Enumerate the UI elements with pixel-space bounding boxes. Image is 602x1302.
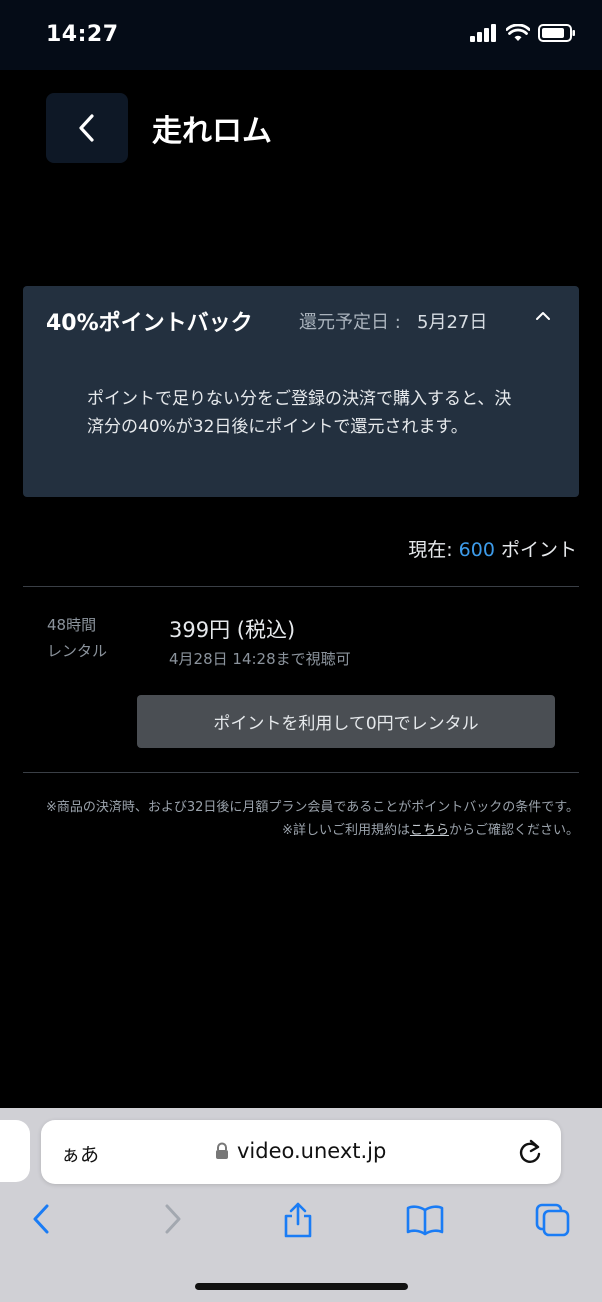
page-title: 走れロム bbox=[152, 114, 272, 149]
back-button[interactable] bbox=[46, 93, 128, 163]
lock-icon bbox=[216, 1142, 228, 1159]
pointback-date: 5月27日 bbox=[417, 312, 488, 333]
signal-icon bbox=[470, 24, 496, 42]
note-terms: ※詳しいご利用規約はこちらからご確認ください。 bbox=[39, 819, 579, 842]
rental-deadline: 4月28日 14:28まで視聴可 bbox=[169, 650, 351, 668]
rental-price: 399円 (税込) bbox=[169, 618, 296, 642]
wifi-icon bbox=[506, 24, 530, 41]
reload-icon[interactable] bbox=[517, 1138, 543, 1166]
pointback-description: ポイントで足りない分をご登録の決済で購入すると、決済分の40%が32日後にポイン… bbox=[87, 389, 512, 437]
points-value: 600 bbox=[458, 539, 495, 561]
pointback-date-label: 還元予定日 : bbox=[299, 312, 401, 333]
url-display[interactable]: video.unext.jp bbox=[215, 1139, 386, 1163]
page-settings-button[interactable]: ぁあ bbox=[61, 1140, 99, 1167]
previous-tab-peek[interactable] bbox=[0, 1120, 30, 1182]
rental-duration-hours: 48時間 bbox=[47, 616, 97, 634]
points-suffix: ポイント bbox=[500, 539, 577, 561]
tabs-icon[interactable] bbox=[535, 1203, 571, 1237]
chevron-up-icon[interactable] bbox=[535, 310, 551, 322]
status-bar: 14:27 bbox=[0, 0, 602, 70]
chevron-left-icon bbox=[79, 114, 94, 142]
rental-duration-label: レンタル bbox=[47, 642, 108, 660]
share-icon[interactable] bbox=[280, 1200, 316, 1240]
rental-duration: 48時間 レンタル bbox=[47, 612, 107, 664]
divider bbox=[23, 772, 579, 773]
url-text: video.unext.jp bbox=[237, 1139, 387, 1163]
forward-arrow-icon[interactable] bbox=[160, 1202, 184, 1236]
battery-icon bbox=[538, 24, 575, 42]
note-terms-suffix: からご確認ください。 bbox=[448, 823, 579, 838]
status-time: 14:27 bbox=[46, 22, 119, 47]
note-condition: ※商品の決済時、および32日後に月額プラン会員であることがポイントバックの条件で… bbox=[45, 800, 579, 815]
browser-toolbar: ぁあ video.unext.jp bbox=[0, 1108, 602, 1302]
terms-link[interactable]: こちら bbox=[410, 823, 449, 838]
note-terms-prefix: ※詳しいご利用規約は bbox=[282, 823, 410, 838]
back-arrow-icon[interactable] bbox=[30, 1202, 54, 1236]
pointback-card[interactable]: 40%ポイントバック 還元予定日 : 5月27日 ポイントで足りない分をご登録の… bbox=[23, 286, 579, 497]
points-prefix: 現在: bbox=[408, 539, 453, 561]
bookmarks-icon[interactable] bbox=[405, 1204, 445, 1236]
current-points: 現在: 600 ポイント bbox=[408, 535, 577, 562]
home-indicator[interactable] bbox=[195, 1283, 408, 1290]
terms-notes: ※商品の決済時、および32日後に月額プラン会員であることがポイントバックの条件で… bbox=[39, 796, 579, 842]
address-bar[interactable]: ぁあ video.unext.jp bbox=[41, 1120, 561, 1184]
pointback-title: 40%ポイントバック bbox=[46, 311, 253, 336]
divider bbox=[23, 586, 579, 587]
rent-with-points-button[interactable]: ポイントを利用して0円でレンタル bbox=[137, 695, 555, 748]
status-icons bbox=[470, 24, 576, 42]
